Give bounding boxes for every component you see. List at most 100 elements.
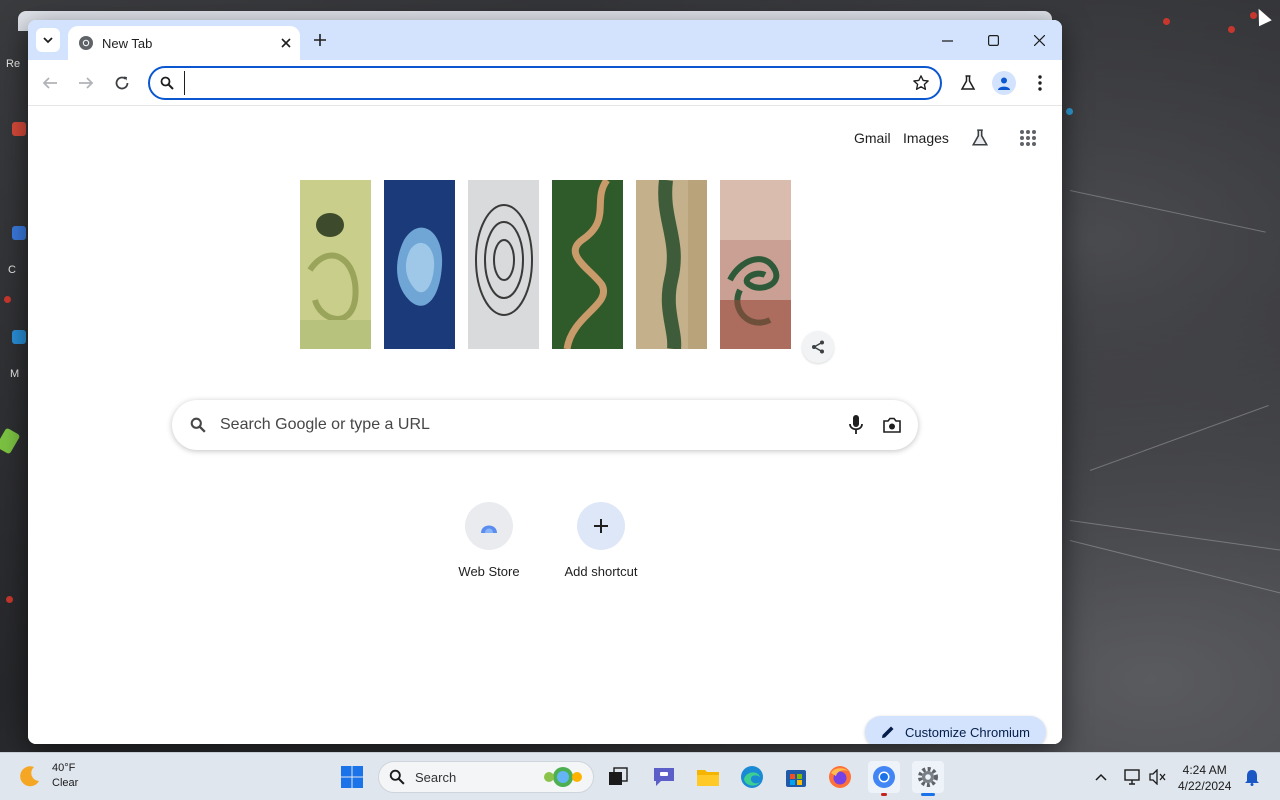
forward-button[interactable] (72, 69, 100, 97)
weather-temp: 40°F (52, 762, 76, 774)
shortcut-label: Add shortcut (564, 564, 638, 579)
window-close-button[interactable] (1016, 25, 1062, 55)
tab-new-tab[interactable]: New Tab (68, 26, 300, 60)
task-view-icon (609, 767, 628, 785)
minimize-button[interactable] (924, 25, 970, 55)
desktop-shortcut-icon[interactable] (12, 122, 26, 136)
gmail-link[interactable]: Gmail (854, 130, 891, 146)
taskbar-app-chromium[interactable] (868, 761, 900, 796)
minimize-icon (941, 39, 953, 42)
taskbar-app-edge[interactable] (736, 761, 768, 793)
wallpaper-pin (1066, 108, 1073, 115)
maximize-button[interactable] (970, 25, 1016, 55)
task-view-button[interactable] (602, 761, 634, 793)
edge-icon (741, 766, 763, 788)
google-search-box[interactable] (172, 400, 918, 450)
labs-ntp-button[interactable] (968, 126, 992, 150)
doodle-panel-valley[interactable] (636, 180, 707, 349)
new-tab-button[interactable] (308, 28, 332, 52)
volume-muted-icon (1149, 769, 1166, 785)
search-icon (389, 769, 405, 785)
doodle-panel-delta[interactable] (720, 180, 791, 349)
taskbar-app-settings[interactable] (912, 761, 944, 796)
taskbar-app-chat[interactable] (648, 761, 680, 793)
share-icon (812, 340, 824, 354)
taskbar-app-firefox[interactable] (824, 761, 856, 793)
address-bar[interactable] (148, 66, 942, 100)
browser-window: New Tab Gmail Images Search Google or ty… (28, 20, 1062, 744)
star-icon (913, 75, 929, 90)
maximize-icon (987, 34, 999, 46)
wallpaper-pin (1228, 26, 1235, 33)
desktop-icon-label[interactable]: C (8, 264, 16, 276)
mouse-cursor-icon (1252, 5, 1272, 27)
network-status-button[interactable] (1123, 767, 1143, 787)
taskbar-app-store[interactable] (780, 761, 812, 793)
tab-close-button[interactable] (276, 33, 296, 53)
voice-search-button[interactable] (838, 407, 874, 443)
doodle-panel-river[interactable] (552, 180, 623, 349)
google-apps-button[interactable] (1016, 126, 1040, 150)
address-input[interactable] (184, 71, 906, 95)
moon-icon (20, 766, 39, 787)
customize-chromium-button[interactable]: Customize Chromium (865, 716, 1046, 744)
start-button[interactable] (336, 761, 368, 793)
avatar-icon (998, 77, 1010, 90)
show-hidden-icons-button[interactable] (1091, 767, 1111, 787)
chevron-down-icon (43, 37, 53, 44)
search-input[interactable] (220, 416, 838, 434)
tab-search-button[interactable] (36, 28, 60, 52)
running-indicator (921, 793, 935, 796)
new-tab-page: Gmail Images Search Google or type a URL… (28, 106, 1062, 744)
desktop-icon-label[interactable]: M (10, 368, 19, 380)
taskbar: 40°F Clear Search 4:24 AM 4/22/2024 (0, 752, 1280, 800)
close-icon (281, 38, 291, 48)
images-link[interactable]: Images (903, 130, 949, 146)
desktop-shortcut-icon[interactable] (12, 226, 26, 240)
taskbar-search[interactable]: Search (378, 761, 594, 793)
desktop-shortcut-icon[interactable] (0, 427, 21, 455)
doodle-panel-island[interactable] (384, 180, 455, 349)
doodle-panel-rings[interactable] (468, 180, 539, 349)
arrow-left-icon (42, 77, 57, 89)
labs-button[interactable] (956, 71, 980, 95)
wallpaper-ruler-line (1069, 190, 1266, 233)
shortcut-icon-container (465, 502, 513, 550)
flask-icon (971, 129, 989, 146)
chromium-favicon-icon (79, 36, 93, 50)
menu-button[interactable] (1028, 71, 1052, 95)
bell-icon (1245, 770, 1259, 786)
volume-button[interactable] (1148, 767, 1168, 787)
image-search-button[interactable] (874, 407, 910, 443)
desktop-icon-label[interactable]: Re (6, 58, 20, 70)
clock-date: 4/22/2024 (1178, 779, 1232, 793)
microphone-icon (849, 415, 863, 434)
weather-text: 40°F Clear (52, 761, 78, 791)
arrow-right-icon (79, 77, 94, 89)
weather-widget[interactable]: 40°F Clear (18, 761, 78, 791)
desktop-shortcut-icon[interactable] (12, 330, 26, 344)
firefox-icon (829, 766, 851, 788)
notifications-button[interactable] (1242, 767, 1262, 787)
add-shortcut-button[interactable]: Add shortcut (545, 502, 657, 602)
reload-button[interactable] (108, 69, 136, 97)
bookmark-star-button[interactable] (906, 68, 936, 98)
chat-icon (654, 768, 674, 786)
doodle-panel-wetland[interactable] (300, 180, 371, 349)
profile-button[interactable] (992, 71, 1016, 95)
customize-label: Customize Chromium (905, 724, 1030, 740)
shortcut-web-store[interactable]: Web Store (433, 502, 545, 602)
windows-logo-icon (341, 766, 363, 788)
search-highlight-globe-icon (544, 767, 582, 787)
wallpaper-line (1089, 405, 1269, 471)
close-icon (1033, 34, 1045, 46)
back-button[interactable] (36, 69, 64, 97)
network-icon (1124, 769, 1140, 785)
taskbar-app-file-explorer[interactable] (692, 761, 724, 793)
wallpaper-pin (6, 596, 13, 603)
doodle-share-button[interactable] (802, 331, 834, 363)
system-clock[interactable]: 4:24 AM 4/22/2024 (1178, 762, 1231, 794)
gear-icon (918, 767, 938, 787)
shortcut-icon-container (577, 502, 625, 550)
wallpaper-pin (4, 296, 11, 303)
